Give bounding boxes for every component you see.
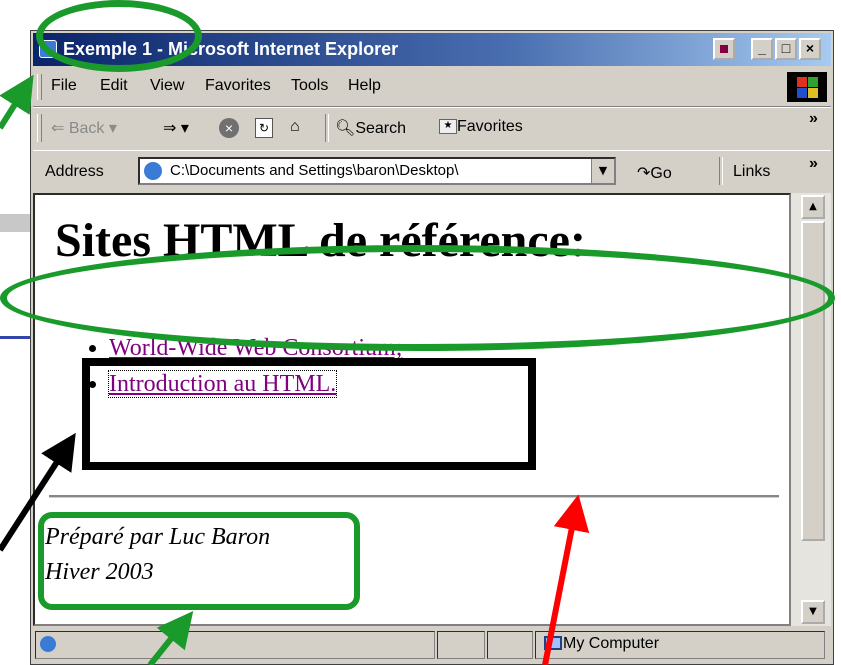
arrow-to-title xyxy=(0,74,34,130)
arrow-to-footer xyxy=(147,610,194,665)
arrow-to-rule xyxy=(542,494,590,665)
arrow-to-links xyxy=(0,432,76,552)
annotation-arrows xyxy=(0,74,590,665)
